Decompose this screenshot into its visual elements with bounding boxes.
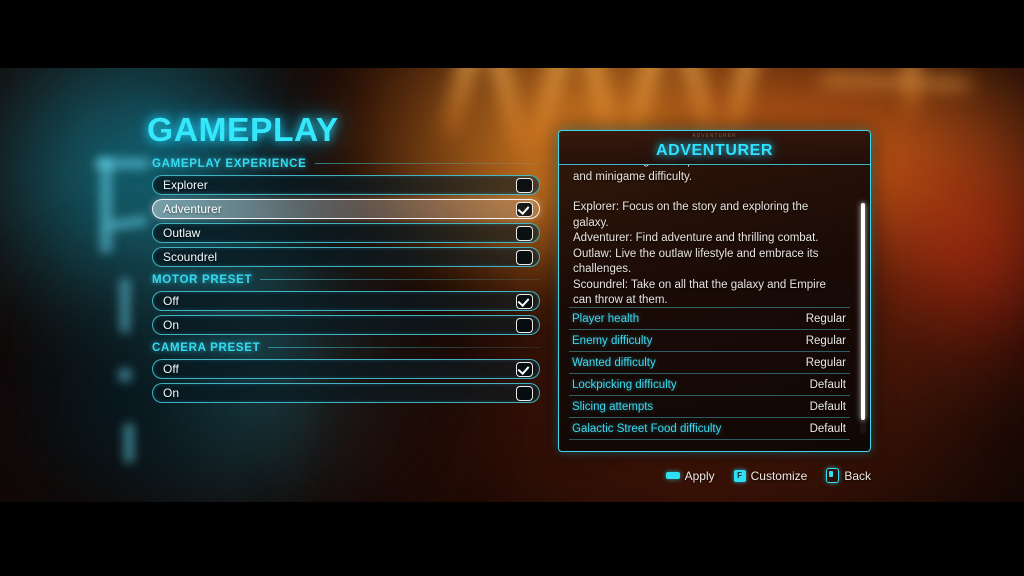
stat-row: Slicing attempts Default [569, 395, 850, 417]
option-row-motor-off[interactable]: Off [152, 291, 540, 311]
prompt-label: Apply [684, 468, 715, 483]
option-label: Adventurer [163, 202, 222, 216]
section-divider-line [260, 279, 540, 280]
description-explorer: Explorer: Focus on the story and explori… [573, 201, 809, 229]
stat-label: Galactic Street Food difficulty [572, 422, 722, 435]
section-label: CAMERA PRESET [152, 341, 261, 354]
option-label: Scoundrel [163, 250, 218, 264]
option-row-explorer[interactable]: Explorer [152, 175, 540, 195]
description-text: The overall game experience. This affect… [559, 165, 870, 305]
escape-key-icon [826, 468, 840, 483]
prompt-apply[interactable]: Apply [665, 468, 715, 483]
section-label: GAMEPLAY EXPERIENCE [152, 157, 307, 170]
stat-row: Enemy difficulty Regular [569, 329, 850, 351]
option-row-motor-on[interactable]: On [152, 315, 540, 335]
option-row-outlaw[interactable]: Outlaw [152, 223, 540, 243]
section-header-motor-preset: MOTOR PRESET [152, 271, 540, 288]
scrollbar[interactable] [860, 201, 866, 434]
checkbox-outlaw[interactable] [516, 225, 533, 241]
prompt-label: Customize [750, 468, 808, 483]
checkbox-explorer[interactable] [516, 177, 533, 193]
stat-value: Regular [805, 312, 846, 325]
checkbox-camera-off[interactable] [516, 361, 533, 377]
option-label: On [163, 318, 180, 332]
option-label: Off [163, 294, 179, 308]
option-row-adventurer[interactable]: Adventurer [152, 199, 540, 219]
f-key-icon: F [733, 469, 746, 482]
section-label: MOTOR PRESET [152, 273, 253, 286]
stat-label: Enemy difficulty [572, 334, 653, 347]
prompt-bar: Apply F Customize Back [665, 468, 871, 483]
stat-label: Wanted difficulty [572, 356, 656, 369]
stat-row: Player health Regular [569, 307, 850, 329]
checkbox-adventurer[interactable] [516, 201, 533, 217]
checkbox-scoundrel[interactable] [516, 249, 533, 265]
description-outlaw: Outlaw: Live the outlaw lifestyle and em… [573, 247, 819, 276]
option-row-camera-off[interactable]: Off [152, 359, 540, 379]
info-panel-header: ADVENTURER ADVENTURER [559, 131, 870, 165]
description-adventurer: Adventurer: Find adventure and thrilling… [573, 232, 819, 244]
section-divider-line [268, 347, 540, 348]
prompt-customize[interactable]: F Customize [733, 468, 808, 483]
checkbox-motor-off[interactable] [516, 293, 533, 309]
description-bullet-line: The overall game experience. This affect… [573, 165, 844, 170]
check-mark-icon [517, 362, 530, 375]
option-label: On [163, 386, 180, 400]
stat-row: Lockpicking difficulty Default [569, 373, 850, 395]
option-row-scoundrel[interactable]: Scoundrel [152, 247, 540, 267]
options-column: GAMEPLAY EXPERIENCE Explorer Adventurer … [152, 155, 540, 407]
stat-label: Player health [572, 312, 640, 325]
stat-label: Lockpicking difficulty [572, 378, 677, 391]
letterbox-top [0, 0, 1024, 68]
option-label: Explorer [163, 178, 208, 192]
description-line-2: and minigame difficulty. [573, 170, 693, 183]
section-header-camera-preset: CAMERA PRESET [152, 339, 540, 356]
description-line-1: The overall game experience. This affect… [583, 165, 837, 167]
stat-value: Regular [805, 356, 846, 369]
spacebar-key-icon [665, 472, 680, 479]
scrollbar-thumb[interactable] [861, 203, 865, 420]
page-title: GAMEPLAY [147, 111, 339, 148]
stat-value: Default [809, 422, 846, 435]
section-divider-line [314, 163, 540, 164]
stats-list: Player health Regular Enemy difficulty R… [569, 307, 850, 440]
stat-label: Slicing attempts [572, 400, 654, 413]
info-panel: ADVENTURER ADVENTURER The overall game e… [558, 130, 871, 452]
letterbox-bottom [0, 502, 1024, 576]
stat-value: Default [809, 378, 846, 391]
stat-row: Wanted difficulty Regular [569, 351, 850, 373]
info-panel-kicker: ADVENTURER [692, 133, 737, 139]
game-settings-screen: GAMEPLAY GAMEPLAY EXPERIENCE Explorer Ad… [0, 0, 1024, 576]
stat-row: Galactic Street Food difficulty Default [569, 417, 850, 440]
prompt-label: Back [844, 468, 871, 483]
prompt-back[interactable]: Back [826, 468, 871, 483]
description-clip: The overall game experience. This affect… [559, 165, 870, 305]
description-scoundrel: Scoundrel: Take on all that the galaxy a… [573, 278, 826, 306]
option-label: Outlaw [163, 226, 201, 240]
check-mark-icon [517, 202, 530, 215]
info-panel-body: The overall game experience. This affect… [559, 165, 870, 451]
stat-value: Default [809, 400, 846, 413]
checkbox-camera-on[interactable] [516, 385, 533, 401]
check-mark-icon [517, 294, 530, 307]
checkbox-motor-on[interactable] [516, 317, 533, 333]
option-label: Off [163, 362, 179, 376]
info-panel-title: ADVENTURER [655, 141, 774, 159]
option-row-camera-on[interactable]: On [152, 383, 540, 403]
stat-value: Regular [805, 334, 846, 347]
section-header-gameplay-experience: GAMEPLAY EXPERIENCE [152, 155, 540, 172]
